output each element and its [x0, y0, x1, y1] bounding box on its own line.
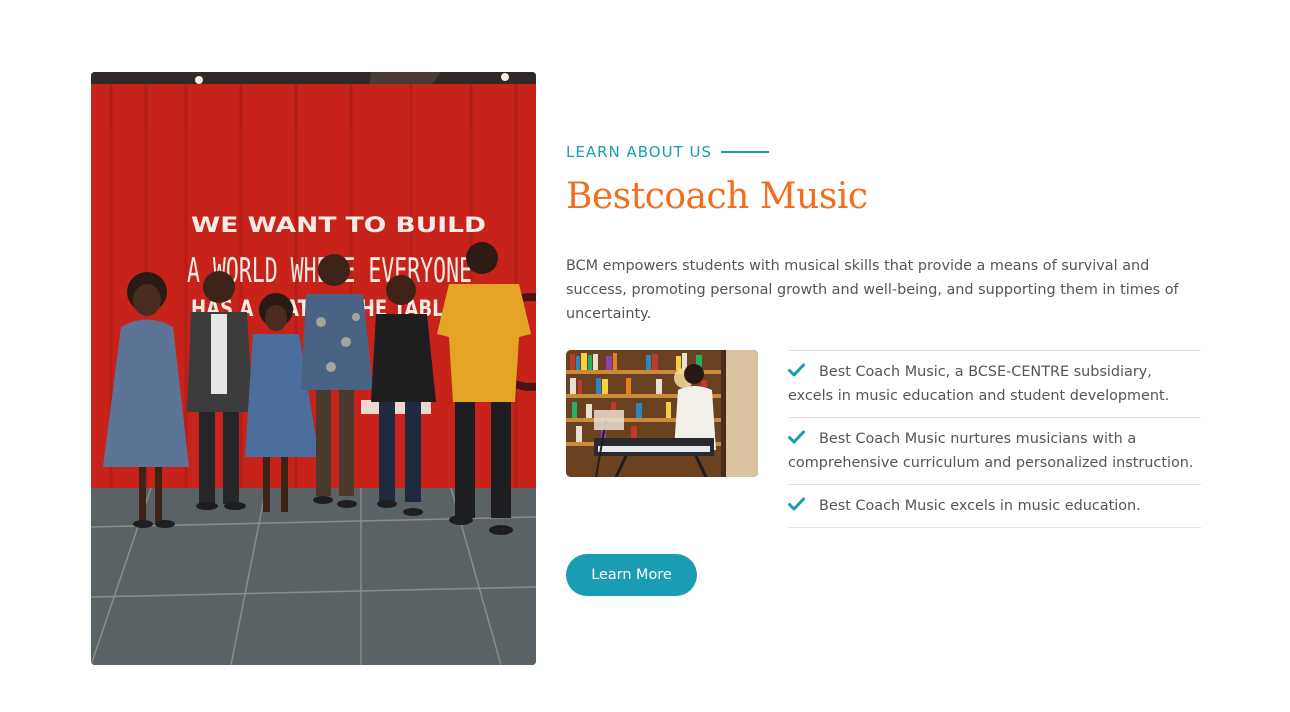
feature-text: Best Coach Music excels in music educati…: [819, 498, 1141, 514]
eyebrow-text: LEARN ABOUT US: [566, 143, 713, 161]
intro-paragraph: BCM empowers students with musical skill…: [566, 258, 1179, 322]
feature-item: Best Coach Music, a BCSE-CENTRE subsidia…: [788, 351, 1201, 418]
feature-item: Best Coach Music excels in music educati…: [788, 485, 1201, 528]
feature-text: Best Coach Music, a BCSE-CENTRE subsidia…: [788, 364, 1170, 404]
check-icon: [788, 430, 805, 444]
feature-item: Best Coach Music nurtures musicians with…: [788, 418, 1201, 485]
feature-list: Best Coach Music, a BCSE-CENTRE subsidia…: [788, 350, 1201, 528]
check-icon: [788, 497, 805, 511]
feature-text: Best Coach Music nurtures musicians with…: [788, 431, 1194, 471]
eyebrow-line: [721, 151, 770, 153]
section-title: Bestcoach Music: [566, 176, 868, 217]
learn-more-button[interactable]: Learn More: [566, 554, 697, 596]
check-icon: [788, 363, 805, 377]
piano-player-photo: [566, 350, 758, 477]
wall-text-line-1: WE WANT TO BUILD: [191, 213, 486, 237]
section-eyebrow: LEARN ABOUT US: [566, 143, 770, 161]
group-photo: WE WANT TO BUILD A WORLD WHERE EVERYONE …: [91, 72, 536, 665]
about-section: WE WANT TO BUILD A WORLD WHERE EVERYONE …: [0, 0, 1290, 712]
